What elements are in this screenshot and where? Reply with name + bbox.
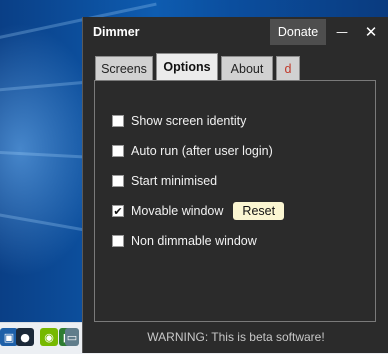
- show-screen-identity-checkbox[interactable]: [112, 115, 124, 127]
- nvidia-icon[interactable]: ◉: [40, 328, 58, 346]
- beta-warning: WARNING: This is beta software!: [147, 330, 325, 344]
- option-label: Non dimmable window: [131, 234, 257, 248]
- dimmer-window: Dimmer Donate — ✕ Screens Options About …: [82, 17, 388, 353]
- option-movable-window[interactable]: ✔ Movable window Reset: [112, 202, 285, 220]
- title-bar[interactable]: Dimmer Donate — ✕: [83, 17, 388, 47]
- tab-screens[interactable]: Screens: [95, 56, 153, 80]
- option-auto-run[interactable]: Auto run (after user login): [112, 142, 273, 160]
- non-dimmable-window-checkbox[interactable]: [112, 235, 124, 247]
- start-minimised-checkbox[interactable]: [112, 175, 124, 187]
- option-label: Auto run (after user login): [131, 144, 273, 158]
- option-label: Movable window: [131, 204, 224, 218]
- option-non-dimmable-window[interactable]: Non dimmable window: [112, 232, 257, 250]
- tab-about[interactable]: About: [221, 56, 273, 80]
- display-icon[interactable]: ▭: [65, 328, 79, 346]
- minimize-icon[interactable]: —: [330, 20, 354, 44]
- donate-button[interactable]: Donate: [270, 19, 326, 45]
- auto-run-checkbox[interactable]: [112, 145, 124, 157]
- close-icon[interactable]: ✕: [359, 20, 383, 44]
- tab-d[interactable]: d: [276, 56, 300, 80]
- movable-window-checkbox[interactable]: ✔: [112, 205, 124, 217]
- tab-options[interactable]: Options: [156, 53, 218, 80]
- steam-icon[interactable]: ●: [16, 328, 34, 346]
- option-start-minimised[interactable]: Start minimised: [112, 172, 217, 190]
- options-panel: Show screen identity Auto run (after use…: [94, 80, 376, 322]
- option-label: Show screen identity: [131, 114, 247, 128]
- option-label: Start minimised: [131, 174, 218, 188]
- reset-button[interactable]: Reset: [233, 202, 285, 220]
- checkmark-icon: ✔: [113, 204, 123, 218]
- option-show-screen-identity[interactable]: Show screen identity: [112, 112, 246, 130]
- window-title: Dimmer: [93, 25, 140, 39]
